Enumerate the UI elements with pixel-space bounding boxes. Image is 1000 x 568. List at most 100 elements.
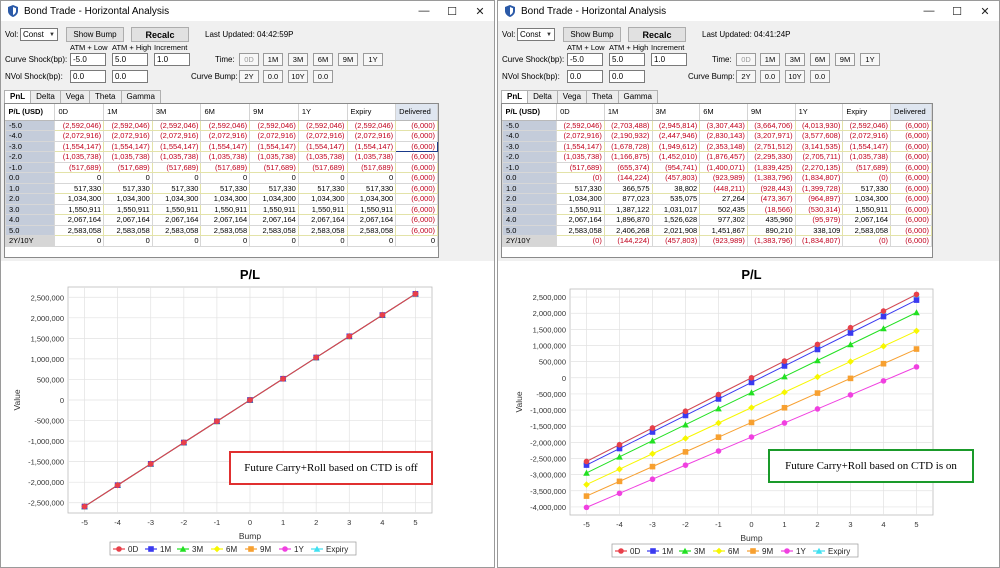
grid-cell[interactable]: 1,031,017 [651, 203, 701, 215]
grid-cell[interactable]: (2,592,046) [556, 119, 605, 131]
grid-cell[interactable]: 517,330 [151, 182, 202, 194]
grid-cell[interactable]: (1,554,147) [297, 140, 348, 152]
column-header-1m[interactable]: 1M [103, 104, 153, 121]
grid-cell[interactable]: (1,554,147) [103, 140, 153, 152]
grid-cell[interactable]: (2,072,916) [151, 130, 202, 142]
grid-cell[interactable]: 0 [200, 172, 251, 184]
maximize-icon[interactable]: ☐ [438, 1, 466, 21]
grid-cell[interactable]: (1,554,147) [249, 140, 299, 152]
column-header-0d[interactable]: 0D [54, 104, 105, 121]
tab-gamma[interactable]: Gamma [617, 90, 658, 103]
grid-cell[interactable]: 2,067,164 [842, 214, 892, 226]
grid-cell[interactable]: (1,035,738) [151, 151, 202, 163]
time-button-1y[interactable]: 1Y [860, 53, 880, 66]
grid-cell[interactable]: 1,550,911 [556, 203, 605, 215]
grid-cell[interactable]: (1,554,147) [842, 140, 892, 152]
grid-cell[interactable]: (2,703,488) [603, 119, 653, 131]
grid-cell[interactable]: 2,067,164 [200, 214, 251, 226]
grid-cell[interactable]: (95,979) [794, 214, 844, 226]
tab-gamma[interactable]: Gamma [120, 90, 161, 103]
grid-cell[interactable]: 517,330 [103, 182, 153, 194]
grid-cell[interactable]: 1,550,911 [297, 203, 348, 215]
grid-cell[interactable]: (517,689) [842, 161, 892, 173]
grid-cell[interactable]: (2,751,512) [746, 140, 796, 152]
grid-cell[interactable]: (6,000) [395, 224, 438, 236]
grid-cell[interactable]: (2,072,916) [103, 130, 153, 142]
curve-bump-10y-value[interactable]: 0.0 [810, 70, 830, 83]
grid-cell[interactable]: (6,000) [395, 182, 438, 194]
grid-cell[interactable]: (517,689) [249, 161, 299, 173]
grid-cell[interactable]: (2,705,711) [794, 151, 844, 163]
grid-cell[interactable]: 0 [103, 172, 153, 184]
grid-cell[interactable]: (923,989) [699, 172, 748, 184]
grid-cell[interactable]: (1,035,738) [103, 151, 153, 163]
grid-cell[interactable]: 0 [54, 172, 105, 184]
curve-bump-10y[interactable]: 10Y [288, 70, 308, 83]
grid-cell[interactable]: 1,550,911 [249, 203, 299, 215]
grid-cell[interactable]: 2,067,164 [346, 214, 397, 226]
curve-bump-10y-value[interactable]: 0.0 [313, 70, 333, 83]
grid-cell[interactable]: (144,224) [603, 235, 653, 247]
grid-cell[interactable]: 2,406,268 [603, 224, 653, 236]
curve-shock-low-field[interactable]: -5.0 [567, 53, 603, 66]
column-header-6m[interactable]: 6M [200, 104, 251, 121]
grid-cell[interactable]: 2,067,164 [151, 214, 202, 226]
grid-cell[interactable]: 2,067,164 [249, 214, 299, 226]
grid-cell[interactable]: 1,034,300 [103, 193, 153, 205]
grid-cell[interactable]: 0 [103, 235, 153, 247]
grid-cell[interactable]: 517,330 [842, 182, 892, 194]
grid-cell[interactable]: (1,383,796) [746, 235, 796, 247]
grid-cell[interactable]: 0 [395, 235, 438, 247]
grid-cell[interactable]: (517,689) [297, 161, 348, 173]
grid-cell[interactable]: (2,592,046) [297, 119, 348, 131]
grid-cell[interactable]: 1,451,867 [699, 224, 748, 236]
grid-cell[interactable]: (2,592,046) [54, 119, 105, 131]
grid-cell[interactable]: 535,075 [651, 193, 701, 205]
grid-cell[interactable]: (2,592,046) [249, 119, 299, 131]
grid-cell[interactable]: (1,035,738) [297, 151, 348, 163]
grid-cell[interactable]: 1,896,870 [603, 214, 653, 226]
grid-cell[interactable]: (6,000) [395, 161, 438, 173]
column-header-1y[interactable]: 1Y [298, 104, 348, 121]
grid-cell[interactable]: (1,876,457) [699, 151, 748, 163]
grid-cell[interactable]: (1,554,147) [151, 140, 202, 152]
grid-cell[interactable]: (1,035,738) [556, 151, 605, 163]
grid-cell[interactable]: (3,307,443) [699, 119, 748, 131]
grid-cell[interactable]: (1,452,010) [651, 151, 701, 163]
grid-cell[interactable]: (6,000) [395, 203, 438, 215]
grid-cell[interactable]: 1,034,300 [54, 193, 105, 205]
grid-cell[interactable]: 2,021,908 [651, 224, 701, 236]
grid-cell[interactable]: 1,034,300 [556, 193, 605, 205]
grid-cell[interactable]: (6,000) [890, 172, 932, 184]
grid-cell[interactable]: (0) [556, 172, 605, 184]
grid-cell[interactable]: (2,072,916) [346, 130, 397, 142]
recalc-button[interactable]: Recalc [131, 27, 189, 42]
grid-cell[interactable]: 366,575 [603, 182, 653, 194]
grid-cell[interactable]: (18,566) [746, 203, 796, 215]
close-icon[interactable]: ✕ [466, 1, 494, 21]
grid-cell[interactable]: (1,399,728) [794, 182, 844, 194]
grid-cell[interactable]: (2,072,916) [200, 130, 251, 142]
tab-pnl[interactable]: PnL [501, 90, 529, 103]
time-button-9m[interactable]: 9M [835, 53, 855, 66]
tab-delta[interactable]: Delta [527, 90, 558, 103]
grid-cell[interactable]: (517,689) [54, 161, 105, 173]
grid-cell[interactable]: (1,678,728) [603, 140, 653, 152]
grid-cell[interactable]: 2,583,058 [842, 224, 892, 236]
grid-cell[interactable]: 0 [346, 235, 397, 247]
grid-cell[interactable]: (1,035,738) [249, 151, 299, 163]
vol-select[interactable]: Const ▼ [20, 28, 58, 41]
grid-cell[interactable]: (6,000) [395, 119, 438, 131]
time-button-1m[interactable]: 1M [263, 53, 283, 66]
tab-pnl[interactable]: PnL [4, 90, 32, 103]
grid-cell[interactable]: (3,664,706) [746, 119, 796, 131]
grid-cell[interactable]: 0 [151, 235, 202, 247]
grid-cell[interactable]: (2,592,046) [151, 119, 202, 131]
grid-cell[interactable]: (2,072,916) [842, 130, 892, 142]
minimize-icon[interactable]: — [410, 1, 438, 21]
minimize-icon[interactable]: — [915, 1, 943, 21]
grid-cell[interactable]: (1,834,807) [794, 235, 844, 247]
grid-cell[interactable]: (6,000) [395, 130, 438, 142]
grid-cell[interactable]: (1,554,147) [346, 140, 397, 152]
grid-cell[interactable]: (6,000) [890, 119, 932, 131]
